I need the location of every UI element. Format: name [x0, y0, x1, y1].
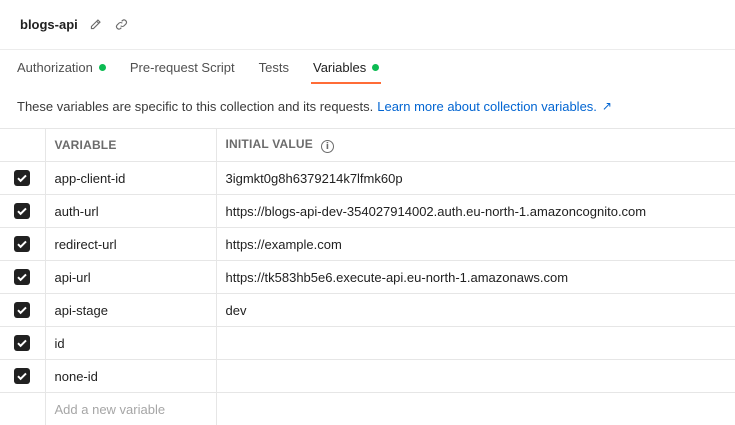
table-row: none-id — [0, 359, 735, 393]
variable-value-cell[interactable] — [215, 326, 735, 360]
collection-header: blogs-api — [0, 0, 735, 50]
header-initial-value: INITIAL VALUE i — [215, 128, 735, 162]
learn-more-link[interactable]: Learn more about collection variables. — [377, 99, 597, 114]
variable-value-cell[interactable]: https://tk583hb5e6.execute-api.eu-north-… — [215, 260, 735, 294]
row-checkbox[interactable] — [14, 170, 31, 187]
new-variable-input[interactable]: Add a new variable — [44, 392, 217, 425]
variable-name-cell[interactable]: auth-url — [44, 194, 217, 228]
edit-pencil-icon[interactable] — [88, 17, 104, 33]
variables-table: VARIABLE INITIAL VALUE i app-client-id 3i… — [0, 128, 735, 425]
external-arrow-icon[interactable]: ↗ — [602, 99, 612, 113]
variable-name-cell[interactable]: redirect-url — [44, 227, 217, 261]
variables-description: These variables are specific to this col… — [0, 84, 735, 128]
collection-name: blogs-api — [20, 17, 78, 32]
tab-tests[interactable]: Tests — [259, 50, 289, 84]
table-row: api-stage dev — [0, 293, 735, 327]
row-check-cell — [0, 326, 46, 360]
new-variable-row: Add a new variable — [0, 392, 735, 425]
row-check-cell — [0, 194, 46, 228]
new-value-input[interactable] — [215, 392, 735, 425]
row-check-cell — [0, 359, 46, 393]
variable-name-cell[interactable]: app-client-id — [44, 161, 217, 195]
row-checkbox[interactable] — [14, 269, 31, 286]
table-row: api-url https://tk583hb5e6.execute-api.e… — [0, 260, 735, 294]
table-row: id — [0, 326, 735, 360]
row-checkbox[interactable] — [14, 203, 31, 220]
row-check-cell — [0, 227, 46, 261]
variable-value-cell[interactable]: https://example.com — [215, 227, 735, 261]
variable-name-cell[interactable]: none-id — [44, 359, 217, 393]
variable-value-cell[interactable] — [215, 359, 735, 393]
info-icon[interactable]: i — [321, 140, 334, 154]
row-checkbox[interactable] — [14, 335, 31, 352]
tab-label: Tests — [258, 59, 289, 75]
variable-value-cell[interactable]: 3igmkt0g8h6379214k7lfmk60p — [215, 161, 735, 195]
status-dot — [372, 63, 380, 71]
header-variable: VARIABLE — [44, 128, 217, 162]
row-checkbox[interactable] — [14, 368, 31, 385]
row-check-cell — [0, 260, 46, 294]
description-text: These variables are specific to this col… — [17, 98, 374, 114]
tab-pre-request-script[interactable]: Pre-request Script — [130, 50, 235, 84]
tab-label: Variables — [313, 59, 367, 75]
row-checkbox[interactable] — [14, 236, 31, 253]
table-header-row: VARIABLE INITIAL VALUE i — [0, 128, 735, 162]
variable-name-cell[interactable]: id — [44, 326, 217, 360]
variable-value-cell[interactable]: https://blogs-api-dev-354027914002.auth.… — [215, 194, 735, 228]
tab-authorization[interactable]: Authorization — [17, 50, 106, 84]
table-row: app-client-id 3igmkt0g8h6379214k7lfmk60p — [0, 161, 735, 195]
variable-name-cell[interactable]: api-stage — [44, 293, 217, 327]
tab-label: Pre-request Script — [129, 59, 235, 75]
table-row: auth-url https://blogs-api-dev-354027914… — [0, 194, 735, 228]
variable-value-cell[interactable]: dev — [215, 293, 735, 327]
header-initial-value-label: INITIAL VALUE — [225, 136, 313, 151]
row-check-cell — [0, 293, 46, 327]
row-check-cell — [0, 392, 46, 425]
tab-label: Authorization — [17, 59, 93, 75]
row-check-cell — [0, 161, 46, 195]
row-checkbox[interactable] — [14, 302, 31, 319]
header-check-column — [0, 128, 46, 162]
tab-variables[interactable]: Variables — [310, 50, 382, 84]
status-dot — [98, 63, 106, 71]
header-variable-label: VARIABLE — [54, 138, 117, 152]
collection-tabs: Authorization Pre-request Script Tests V… — [0, 50, 735, 84]
table-row: redirect-url https://example.com — [0, 227, 735, 261]
variable-name-cell[interactable]: api-url — [44, 260, 217, 294]
link-icon[interactable] — [114, 17, 130, 33]
